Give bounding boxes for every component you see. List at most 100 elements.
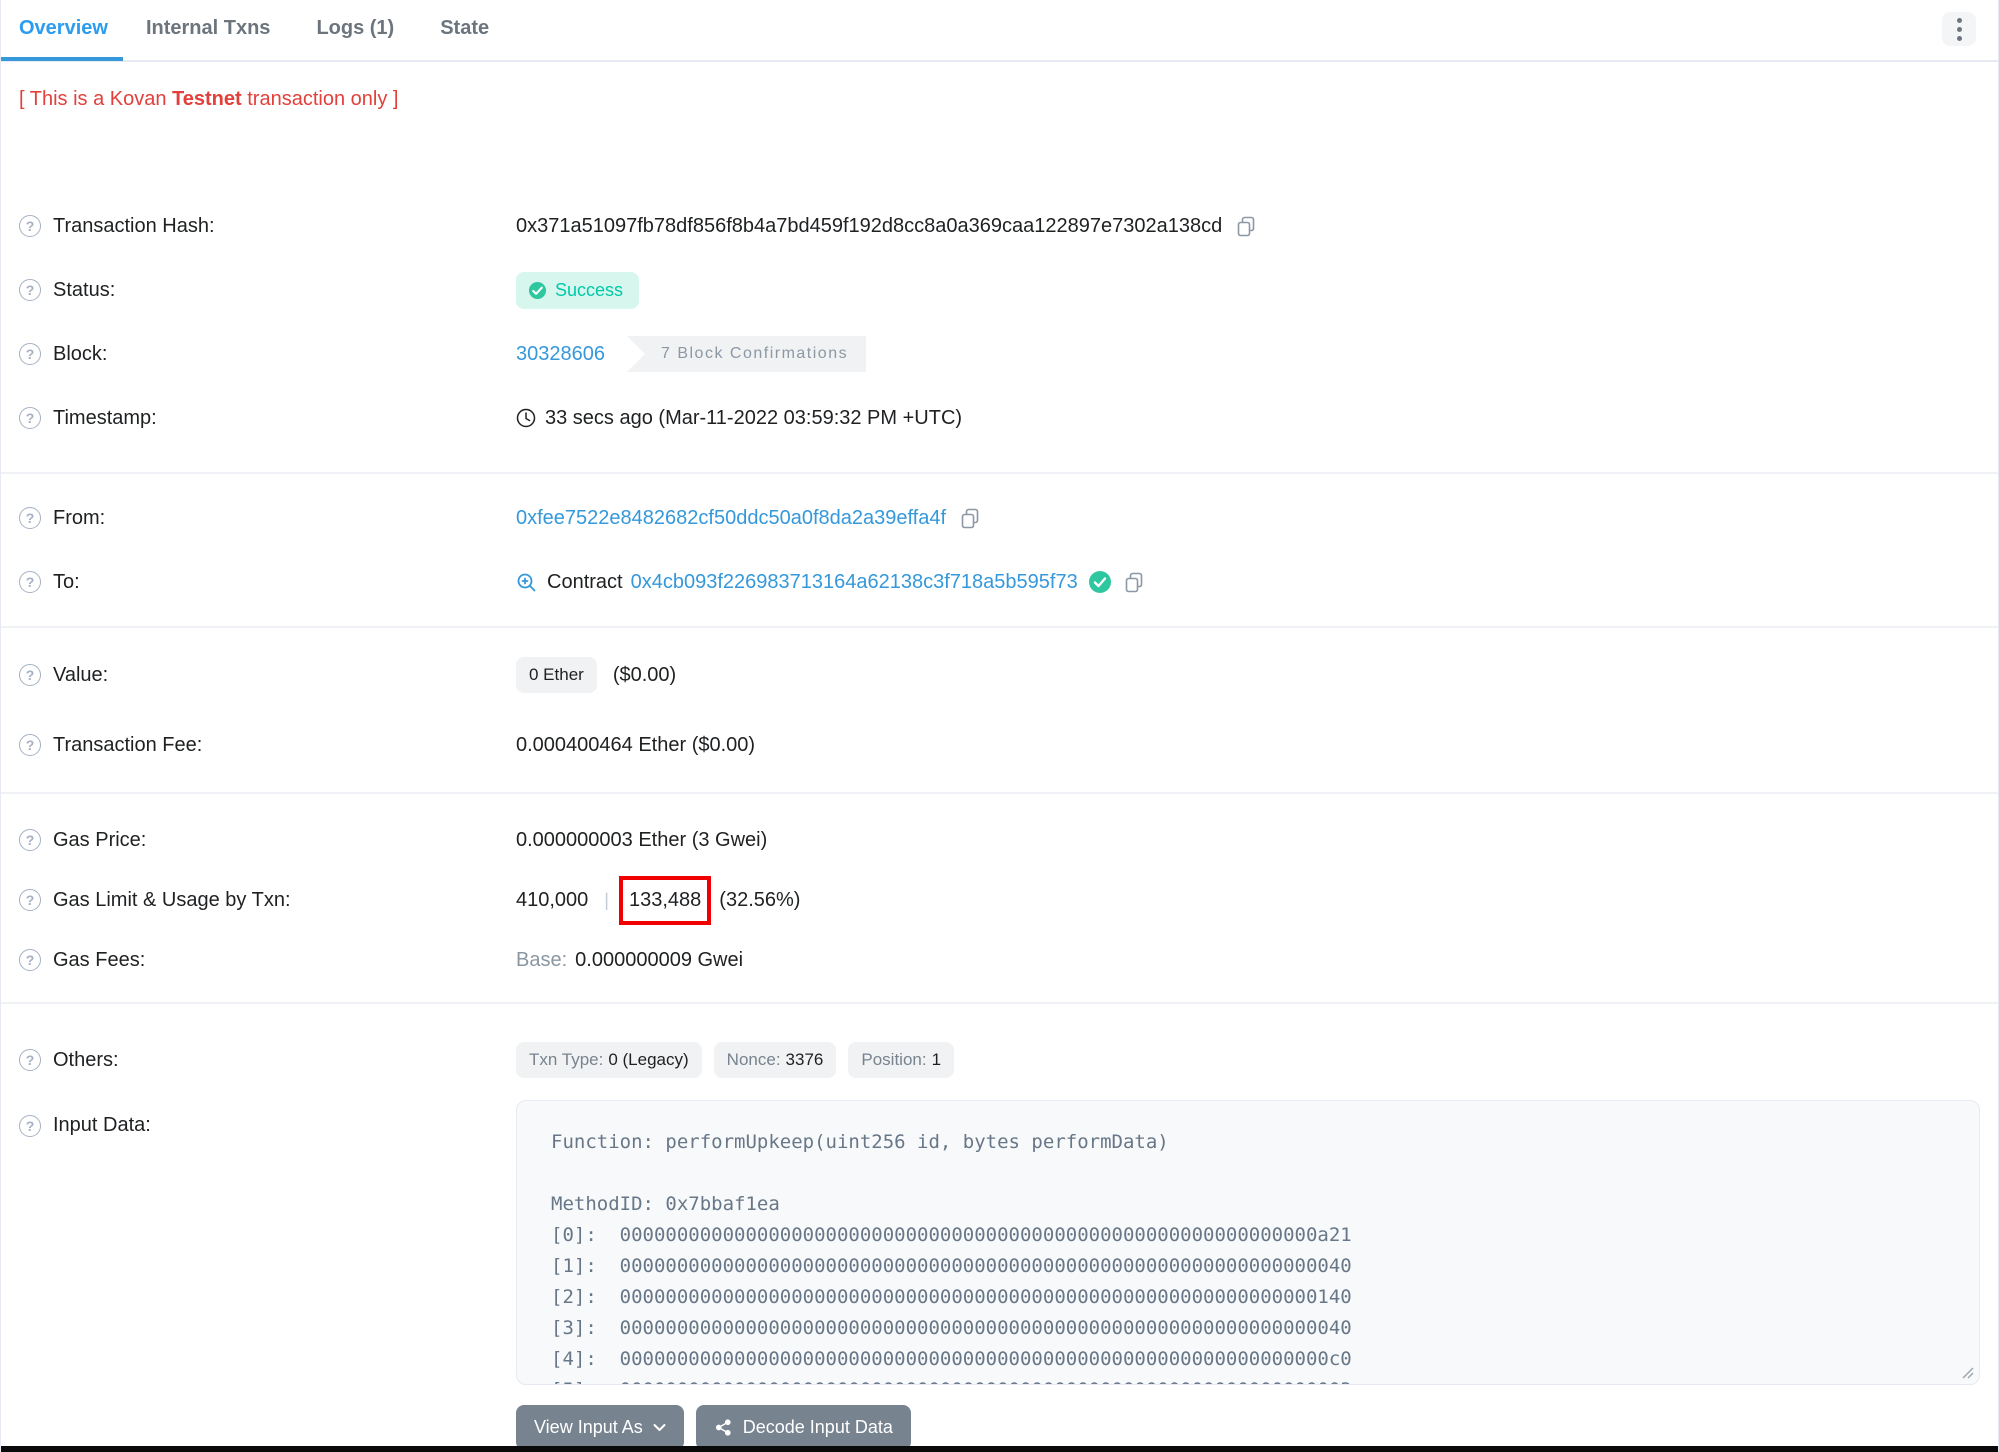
help-icon[interactable]: ?: [19, 664, 41, 686]
row-status: ? Status: Success: [19, 258, 1980, 322]
status-label: Status:: [53, 278, 116, 301]
txn-type-badge: Txn Type: 0 (Legacy): [516, 1042, 702, 1078]
input-word-1: [1]: 00000000000000000000000000000000000…: [551, 1255, 1352, 1277]
tab-bar: Overview Internal Txns Logs (1) State: [1, 0, 1998, 62]
input-word-4: [4]: 00000000000000000000000000000000000…: [551, 1348, 1352, 1370]
to-contract-prefix: Contract: [547, 570, 623, 593]
row-gas-price: ? Gas Price: 0.000000003 Ether (3 Gwei): [19, 810, 1980, 870]
zoom-in-icon[interactable]: [516, 572, 537, 593]
row-to: ? To: Contract 0x4cb093f226983713164a621…: [19, 550, 1980, 614]
tab-overview[interactable]: Overview: [1, 0, 123, 61]
row-gas-limit-usage: ? Gas Limit & Usage by Txn: 410,000 | 13…: [19, 870, 1980, 930]
clock-icon: [516, 408, 536, 428]
transaction-page: Overview Internal Txns Logs (1) State [ …: [0, 0, 1999, 1452]
gas-fees-label: Gas Fees:: [53, 948, 146, 971]
transaction-hash-label: Transaction Hash:: [53, 214, 215, 237]
help-icon[interactable]: ?: [19, 734, 41, 756]
others-label: Others:: [53, 1048, 119, 1071]
help-icon[interactable]: ?: [19, 507, 41, 529]
transaction-fee-value: 0.000400464 Ether ($0.00): [516, 733, 756, 756]
block-label: Block:: [53, 342, 108, 365]
gas-fees-base-value: 0.000000009 Gwei: [575, 948, 744, 971]
input-data-textarea[interactable]: Function: performUpkeep(uint256 id, byte…: [516, 1100, 1980, 1385]
from-label: From:: [53, 506, 106, 529]
row-value: ? Value: 0 Ether ($0.00): [19, 640, 1980, 710]
resize-handle[interactable]: [1960, 1365, 1974, 1379]
timestamp-value: 33 secs ago (Mar-11-2022 03:59:32 PM +UT…: [545, 406, 963, 429]
section-addresses: ? From: 0xfee7522e8482682cf50ddc50a0f8da…: [1, 474, 1998, 626]
help-icon[interactable]: ?: [19, 279, 41, 301]
help-icon[interactable]: ?: [19, 829, 41, 851]
help-icon[interactable]: ?: [19, 889, 41, 911]
timestamp-label: Timestamp:: [53, 406, 157, 429]
kebab-menu-icon: [1956, 17, 1962, 41]
block-confirmations-badge: 7 Block Confirmations: [626, 336, 867, 372]
copy-icon[interactable]: [1124, 572, 1145, 593]
notice-suffix: transaction only ]: [241, 88, 399, 110]
to-address-link[interactable]: 0x4cb093f226983713164a62138c3f718a5b595f…: [631, 571, 1078, 594]
more-options-button[interactable]: [1942, 12, 1976, 46]
bottom-edge-bar: [1, 1446, 1998, 1452]
view-input-as-button[interactable]: View Input As: [516, 1405, 684, 1450]
chevron-down-icon: [653, 1424, 666, 1431]
row-from: ? From: 0xfee7522e8482682cf50ddc50a0f8da…: [19, 486, 1980, 550]
tab-internal-txns[interactable]: Internal Txns: [123, 0, 293, 61]
section-gas: ? Gas Price: 0.000000003 Ether (3 Gwei) …: [1, 794, 1998, 1002]
input-data-buttons: View Input As Decode Input Data: [516, 1405, 1980, 1450]
row-input-data: ? Input Data: Function: performUpkeep(ui…: [19, 1100, 1980, 1385]
value-label: Value:: [53, 663, 109, 686]
help-icon[interactable]: ?: [19, 571, 41, 593]
input-word-0: [0]: 00000000000000000000000000000000000…: [551, 1224, 1352, 1246]
gas-limit-value: 410,000: [516, 888, 589, 911]
value-usd: ($0.00): [612, 663, 677, 686]
row-timestamp: ? Timestamp: 33 secs ago (Mar-11-2022 03…: [19, 386, 1980, 450]
input-methodid-line: MethodID: 0x7bbaf1ea: [551, 1193, 780, 1215]
gas-limit-label: Gas Limit & Usage by Txn:: [53, 888, 291, 911]
tab-state[interactable]: State: [417, 0, 512, 61]
copy-icon[interactable]: [960, 508, 981, 529]
verified-check-icon: [1088, 571, 1111, 593]
gas-used-percent: (32.56%): [719, 888, 801, 911]
notice-bold: Testnet: [172, 88, 242, 110]
tab-logs[interactable]: Logs (1): [293, 0, 417, 61]
position-badge: Position: 1: [848, 1042, 955, 1078]
section-overview-top: ? Transaction Hash: 0x371a51097fb78df856…: [1, 166, 1998, 472]
help-icon[interactable]: ?: [19, 949, 41, 971]
input-blank-line: [551, 1158, 1959, 1189]
decode-input-data-button[interactable]: Decode Input Data: [695, 1405, 911, 1450]
section-value: ? Value: 0 Ether ($0.00) ? Transaction F…: [1, 628, 1998, 792]
view-input-as-label: View Input As: [534, 1417, 643, 1437]
input-word-5: [5]: 00000000000000000000000000000000000…: [551, 1375, 1959, 1384]
block-number-link[interactable]: 30328606: [516, 343, 605, 366]
testnet-notice: [ This is a Kovan Testnet transaction on…: [1, 62, 1998, 166]
input-data-label: Input Data:: [53, 1114, 151, 1136]
transaction-fee-label: Transaction Fee:: [53, 733, 203, 756]
row-transaction-fee: ? Transaction Fee: 0.000400464 Ether ($0…: [19, 710, 1980, 780]
gas-separator: |: [604, 889, 609, 910]
row-transaction-hash: ? Transaction Hash: 0x371a51097fb78df856…: [19, 194, 1980, 258]
gas-price-value: 0.000000003 Ether (3 Gwei): [516, 828, 768, 851]
check-circle-icon: [528, 281, 547, 299]
help-icon[interactable]: ?: [19, 1049, 41, 1071]
from-address-link[interactable]: 0xfee7522e8482682cf50ddc50a0f8da2a39effa…: [516, 507, 946, 530]
help-icon[interactable]: ?: [19, 1114, 41, 1137]
row-block: ? Block: 30328606 7 Block Confirmations: [19, 322, 1980, 386]
gas-fees-base-label: Base:: [516, 948, 568, 971]
status-badge-text: Success: [555, 279, 624, 300]
nonce-badge: Nonce: 3376: [713, 1042, 837, 1078]
gas-used-value: 133,488: [628, 888, 702, 911]
input-word-2: [2]: 00000000000000000000000000000000000…: [551, 1286, 1352, 1308]
copy-icon[interactable]: [1236, 216, 1257, 237]
annotation-highlight-box: 133,488: [618, 875, 712, 925]
transaction-hash-value: 0x371a51097fb78df856f8b4a7bd459f192d8cc8…: [516, 214, 1223, 237]
status-badge: Success: [516, 271, 640, 309]
decode-icon: [715, 1419, 731, 1436]
input-function-line: Function: performUpkeep(uint256 id, byte…: [551, 1131, 1169, 1153]
decode-input-data-label: Decode Input Data: [742, 1417, 893, 1437]
value-ether-badge: 0 Ether: [516, 657, 597, 693]
row-gas-fees: ? Gas Fees: Base: 0.000000009 Gwei: [19, 930, 1980, 990]
gas-price-label: Gas Price:: [53, 828, 147, 851]
help-icon[interactable]: ?: [19, 215, 41, 237]
help-icon[interactable]: ?: [19, 343, 41, 365]
help-icon[interactable]: ?: [19, 407, 41, 429]
